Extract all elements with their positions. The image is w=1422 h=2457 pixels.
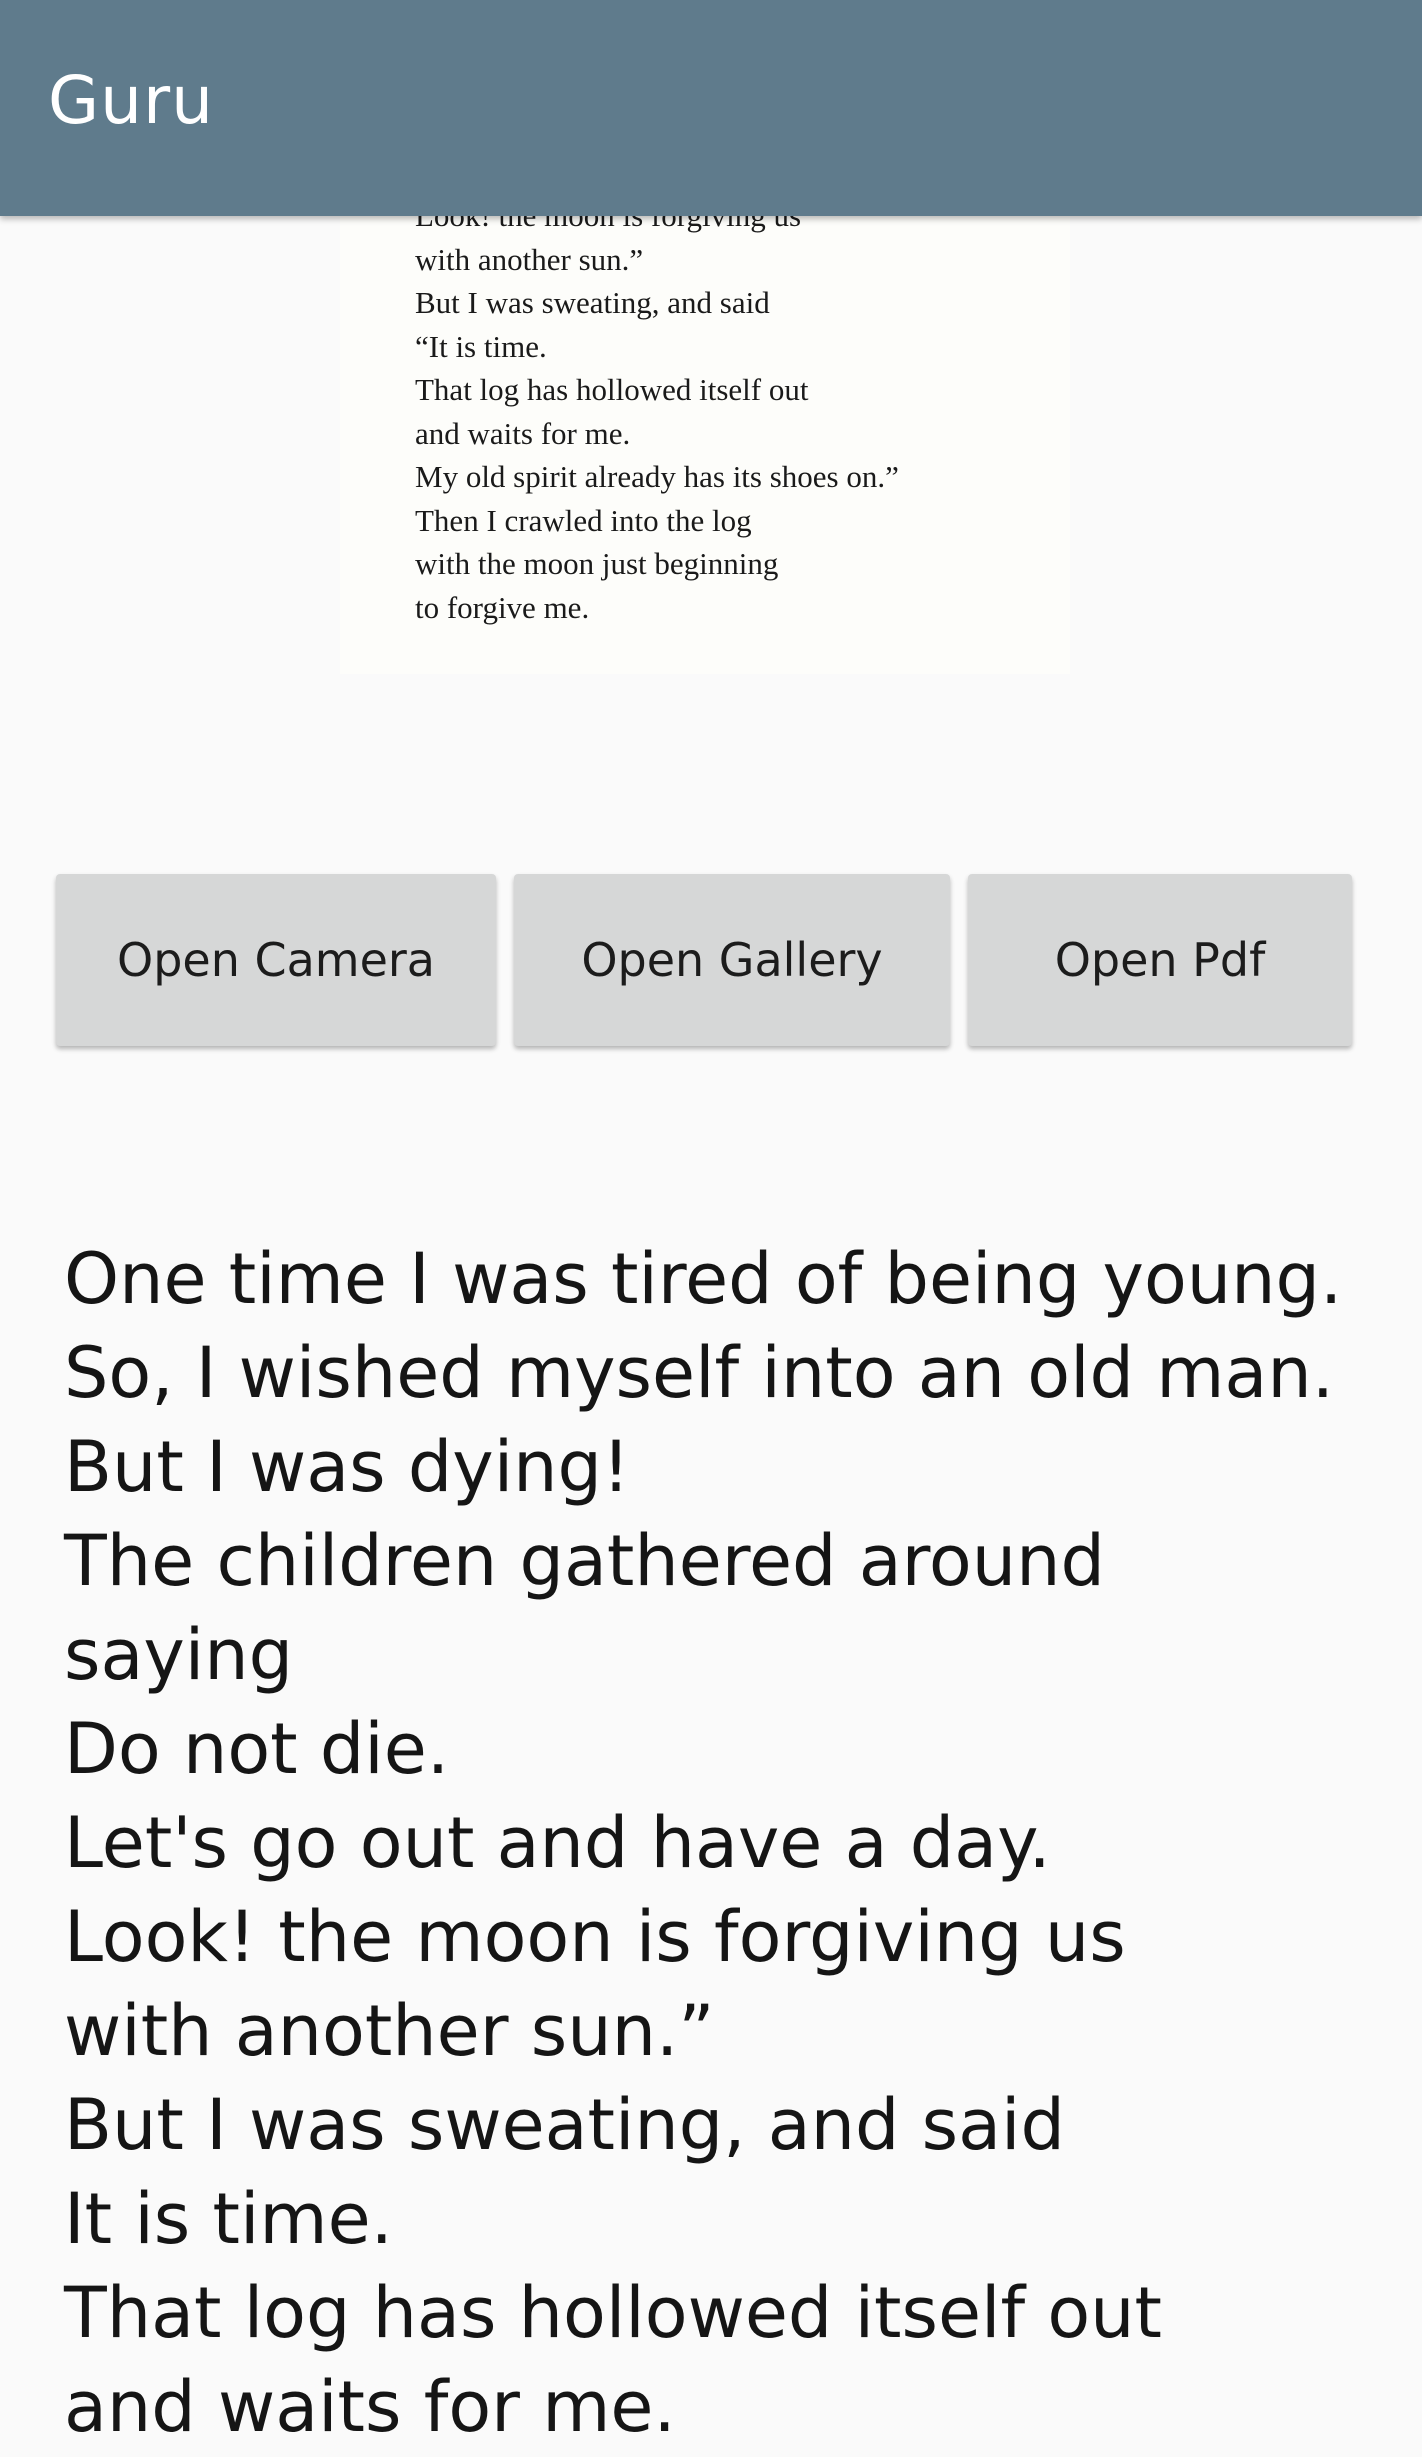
open-gallery-button[interactable]: Open Gallery: [514, 874, 950, 1046]
result-line: Look! the moon is forgiving us: [64, 1896, 1126, 1978]
preview-line: “It is time.: [415, 328, 547, 364]
preview-line: Look! the moon is forgiving us: [415, 216, 899, 238]
preview-line: My old spirit already has its shoes on.”: [415, 459, 899, 494]
preview-line: to forgive me.: [415, 589, 590, 625]
result-line: Let's go out and have a day.: [64, 1802, 1051, 1884]
result-line: That log has hollowed itself out: [64, 2272, 1162, 2354]
preview-line: with the moon just beginning: [415, 546, 779, 581]
result-line: One time I was tired of being young.: [64, 1238, 1343, 1320]
result-line: But I was sweating, and said: [64, 2084, 1065, 2166]
preview-line: That log has hollowed itself out: [415, 372, 809, 407]
result-line: So, I wished myself into an old man.: [64, 1332, 1334, 1414]
action-buttons: Open Camera Open Gallery Open Pdf: [0, 874, 1422, 1050]
result-line: and waits for me.: [64, 2366, 676, 2448]
preview-line: But I was sweating, and said: [415, 285, 770, 320]
scanned-page-text: Look! the moon is forgiving us with anot…: [415, 216, 899, 629]
result-line: It is time.: [64, 2178, 393, 2260]
result-line: Do not die.: [64, 1708, 450, 1790]
app-bar: Guru: [0, 0, 1422, 216]
result-line: saying: [64, 1614, 294, 1696]
open-camera-button[interactable]: Open Camera: [56, 874, 496, 1046]
preview-line: with another sun.”: [415, 241, 644, 277]
image-preview: Look! the moon is forgiving us with anot…: [340, 216, 1070, 674]
result-line: The children gathered around: [64, 1520, 1105, 1602]
result-line: But I was dying!: [64, 1426, 631, 1508]
preview-line: Then I crawled into the log: [415, 502, 752, 538]
open-pdf-button[interactable]: Open Pdf: [968, 874, 1352, 1046]
app-title: Guru: [48, 62, 214, 139]
result-line: with another sun.”: [64, 1990, 715, 2072]
recognized-text: One time I was tired of being young. So,…: [64, 1232, 1394, 2454]
preview-line: and waits for me.: [415, 415, 631, 451]
